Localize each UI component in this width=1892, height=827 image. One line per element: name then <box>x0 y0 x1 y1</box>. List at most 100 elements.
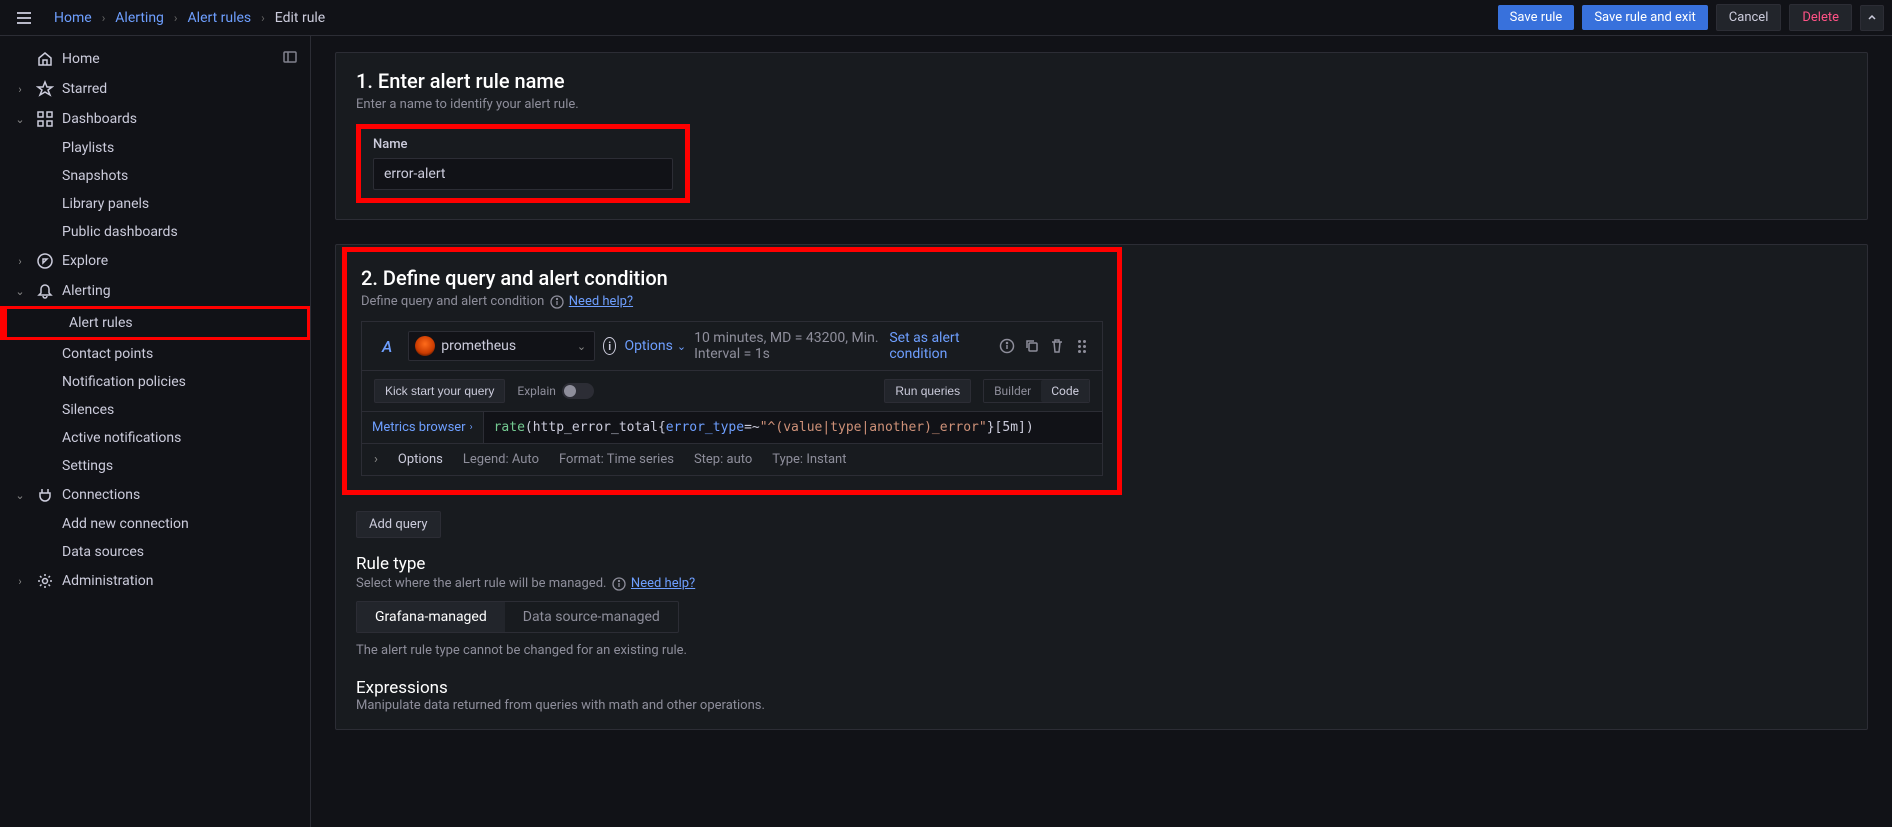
delete-button[interactable]: Delete <box>1789 4 1852 31</box>
query-expression-input[interactable]: rate(http_error_total{error_type=~"^(val… <box>484 412 1102 443</box>
sidebar-item-administration[interactable]: ›Administration <box>0 566 310 596</box>
breadcrumb-alerting[interactable]: Alerting <box>109 6 170 30</box>
home-icon <box>36 50 54 68</box>
add-query-button[interactable]: Add query <box>356 511 441 538</box>
expressions-title: Expressions <box>356 678 1847 698</box>
plug-icon <box>36 486 54 504</box>
sidebar-item-dashboards[interactable]: ⌄ Dashboards <box>0 104 310 134</box>
chevron-right-icon: › <box>470 422 473 433</box>
chevron-icon: › <box>12 83 28 96</box>
copy-icon[interactable] <box>1024 334 1041 358</box>
gear-icon <box>36 572 54 590</box>
sidebar-item-label: Connections <box>62 487 140 503</box>
breadcrumb: Home › Alerting › Alert rules › Edit rul… <box>48 6 331 30</box>
info-icon[interactable] <box>999 334 1016 358</box>
sidebar-item-library-panels[interactable]: Library panels <box>0 190 310 218</box>
expressions-subtitle: Manipulate data returned from queries wi… <box>356 698 1847 713</box>
sidebar-item-home[interactable]: Home <box>0 44 310 74</box>
sidebar-item-active-notifications[interactable]: Active notifications <box>0 424 310 452</box>
drag-handle-icon[interactable] <box>1074 336 1090 357</box>
sidebar-item-alert-rules[interactable]: Alert rules <box>0 306 310 340</box>
sidebar-item-starred[interactable]: › Starred <box>0 74 310 104</box>
sidebar-item-label: Home <box>62 51 100 67</box>
menu-button[interactable] <box>8 2 40 34</box>
code-option[interactable]: Code <box>1041 380 1089 402</box>
chevron-icon: ⌄ <box>12 489 28 502</box>
sidebar-item-silences[interactable]: Silences <box>0 396 310 424</box>
rule-name-input[interactable] <box>373 158 673 190</box>
section-2-subtitle: Define query and alert condition Need he… <box>361 294 1103 309</box>
bell-icon <box>36 282 54 300</box>
sidebar-item-contact-points[interactable]: Contact points <box>0 340 310 368</box>
footer-options[interactable]: Options <box>398 452 443 467</box>
cancel-button[interactable]: Cancel <box>1716 4 1782 31</box>
need-help-link[interactable]: Need help? <box>569 294 633 309</box>
need-help-link[interactable]: Need help? <box>631 576 695 591</box>
sidebar-item-label: Active notifications <box>62 430 181 446</box>
kick-start-button[interactable]: Kick start your query <box>374 379 505 403</box>
sidebar-item-add-new-connection[interactable]: Add new connection <box>0 510 310 538</box>
sidebar-item-explore[interactable]: ›Explore <box>0 246 310 276</box>
sidebar-item-label: Dashboards <box>62 111 137 127</box>
metrics-browser-button[interactable]: Metrics browser › <box>362 412 484 443</box>
datasource-managed-option[interactable]: Data source-managed <box>505 602 678 632</box>
sidebar-item-connections[interactable]: ⌄ Connections <box>0 480 310 510</box>
section-1-subtitle: Enter a name to identify your alert rule… <box>356 97 1847 112</box>
query-meta: 10 minutes, MD = 43200, Min. Interval = … <box>694 330 881 362</box>
sidebar-item-label: Contact points <box>62 346 153 362</box>
run-queries-button[interactable]: Run queries <box>884 379 971 403</box>
save-rule-button[interactable]: Save rule <box>1498 5 1575 30</box>
breadcrumb-alert-rules[interactable]: Alert rules <box>182 6 258 30</box>
chevron-down-icon: ⌄ <box>577 340 586 353</box>
section-query-condition: 2. Define query and alert condition Defi… <box>335 244 1868 730</box>
rule-type-note: The alert rule type cannot be changed fo… <box>356 643 1847 658</box>
rule-type-toggle: Grafana-managed Data source-managed <box>356 601 679 633</box>
explain-label: Explain <box>517 384 556 398</box>
expand-options-icon[interactable]: › <box>374 452 378 467</box>
rule-type-title: Rule type <box>356 554 1847 574</box>
sidebar-item-label: Starred <box>62 81 107 97</box>
prometheus-icon <box>415 336 435 356</box>
chevron-down-icon: ⌄ <box>677 340 686 353</box>
section-1-title: 1. Enter alert rule name <box>356 69 1847 93</box>
query-header: A prometheus ⌄ i Options ⌄ 10 minutes, M… <box>361 321 1103 371</box>
chevron-right-icon: › <box>174 11 178 25</box>
sidebar-item-data-sources[interactable]: Data sources <box>0 538 310 566</box>
sidebar-item-alerting[interactable]: ⌄Alerting <box>0 276 310 306</box>
query-options-button[interactable]: Options ⌄ <box>624 338 686 354</box>
sidebar-item-label: Library panels <box>62 196 149 212</box>
info-icon[interactable]: i <box>603 337 616 355</box>
section-2-title: 2. Define query and alert condition <box>361 266 1103 290</box>
dock-icon[interactable] <box>282 49 298 69</box>
explain-toggle[interactable] <box>562 383 594 399</box>
name-label: Name <box>373 137 673 152</box>
datasource-select[interactable]: prometheus ⌄ <box>408 331 595 361</box>
query-body: Metrics browser › rate(http_error_total{… <box>361 412 1103 444</box>
info-icon <box>550 295 564 309</box>
query-toolbar: Kick start your query Explain Run querie… <box>361 371 1103 412</box>
chevron-icon: ⌄ <box>12 113 28 126</box>
builder-option[interactable]: Builder <box>984 380 1041 402</box>
sidebar-item-label: Alert rules <box>69 315 133 331</box>
query-footer: › Options Legend: Auto Format: Time seri… <box>361 444 1103 476</box>
save-rule-exit-button[interactable]: Save rule and exit <box>1582 5 1707 30</box>
breadcrumb-home[interactable]: Home <box>48 6 98 30</box>
sidebar-item-label: Settings <box>62 458 113 474</box>
set-alert-condition-link[interactable]: Set as alert condition <box>889 330 983 362</box>
sidebar-item-snapshots[interactable]: Snapshots <box>0 162 310 190</box>
sidebar-item-public-dashboards[interactable]: Public dashboards <box>0 218 310 246</box>
sidebar-item-settings[interactable]: Settings <box>0 452 310 480</box>
query-id[interactable]: A <box>374 337 400 356</box>
sidebar-item-label: Snapshots <box>62 168 128 184</box>
sidebar-item-playlists[interactable]: Playlists <box>0 134 310 162</box>
grafana-managed-option[interactable]: Grafana-managed <box>357 602 505 632</box>
sidebar-item-label: Add new connection <box>62 516 189 532</box>
collapse-button[interactable] <box>1860 5 1884 31</box>
trash-icon[interactable] <box>1049 334 1066 358</box>
sidebar-item-label: Public dashboards <box>62 224 178 240</box>
sidebar-item-label: Playlists <box>62 140 114 156</box>
sidebar-item-notification-policies[interactable]: Notification policies <box>0 368 310 396</box>
info-icon <box>612 577 626 591</box>
sidebar-item-label: Alerting <box>62 283 111 299</box>
sidebar: Home › Starred ⌄ Dashboards Playlists Snapshot… <box>0 36 311 827</box>
